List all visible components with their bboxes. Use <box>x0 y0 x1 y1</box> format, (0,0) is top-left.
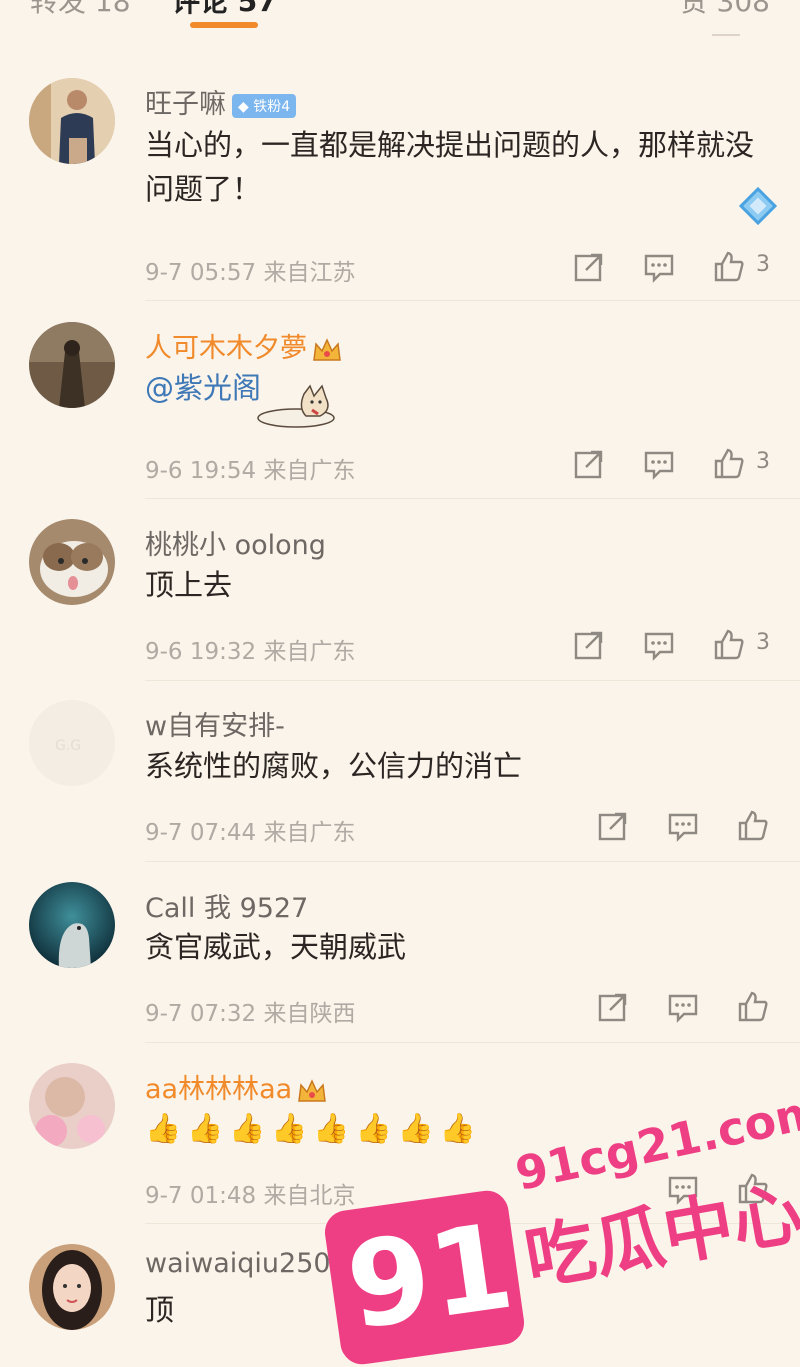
username[interactable]: 旺子嘛 ◆ 铁粉4 <box>145 82 297 121</box>
diamond-icon <box>738 186 778 226</box>
comment-date: 9-6 19:54 <box>145 458 257 484</box>
username[interactable]: Call 我 9527 <box>145 886 308 925</box>
divider <box>712 34 740 36</box>
comment-icon[interactable] <box>642 628 676 662</box>
crown-icon <box>311 336 343 364</box>
username[interactable]: aa林林林aa <box>145 1067 328 1106</box>
thumbs-up-icon[interactable] <box>712 628 746 662</box>
avatar[interactable] <box>29 1063 115 1149</box>
fan-badge: ◆ 铁粉4 <box>232 93 297 118</box>
comment-icon[interactable] <box>642 250 676 284</box>
comment-date: 9-7 01:48 <box>145 1183 257 1209</box>
divider <box>145 861 800 862</box>
comment-actions <box>596 809 786 849</box>
share-icon[interactable] <box>572 250 606 284</box>
diamond-icon: ◆ <box>238 98 249 115</box>
comment-location: 来自广东 <box>263 639 356 665</box>
watermark: 91 91cg21.com 吃瓜中心 <box>318 1083 800 1367</box>
divider <box>145 300 800 301</box>
comment-location: 来自陕西 <box>263 1001 356 1027</box>
comment-actions: 3 <box>572 628 782 668</box>
avatar[interactable] <box>29 519 115 605</box>
comment-location: 来自江苏 <box>263 260 356 286</box>
tab-likes[interactable]: 赞 308 <box>680 0 770 20</box>
avatar[interactable] <box>29 322 115 408</box>
divider <box>145 498 800 499</box>
comment-meta: 9-7 07:44 来自广东 <box>145 813 355 847</box>
comment-icon[interactable] <box>666 809 700 843</box>
avatar[interactable] <box>29 882 115 968</box>
thumbs-up-icon[interactable] <box>736 990 770 1024</box>
share-icon[interactable] <box>572 447 606 481</box>
comment-actions: 3 <box>572 447 782 487</box>
comment-date: 9-7 07:32 <box>145 1001 257 1027</box>
comment-actions <box>596 990 786 1030</box>
share-icon[interactable] <box>596 809 630 843</box>
share-icon[interactable] <box>572 628 606 662</box>
crown-icon <box>296 1077 328 1105</box>
comment-text: 顶上去 <box>145 568 233 602</box>
like-count: 3 <box>756 252 770 277</box>
comment-actions: 3 <box>572 250 782 290</box>
username[interactable]: 桃桃小 oolong <box>145 523 326 562</box>
active-tab-indicator <box>190 22 258 28</box>
comment-location: 来自广东 <box>263 458 356 484</box>
comment-date: 9-7 05:57 <box>145 260 257 286</box>
comment-text: 贪官威武，天朝威武 <box>145 930 407 964</box>
username[interactable]: 人可木木夕夢 <box>145 326 343 365</box>
comment-location: 来自广东 <box>263 820 356 846</box>
divider <box>145 1042 800 1043</box>
avatar[interactable] <box>29 1244 115 1330</box>
avatar[interactable] <box>29 78 115 164</box>
comment-date: 9-7 07:44 <box>145 820 257 846</box>
comment-meta: 9-6 19:54 来自广东 <box>145 451 355 485</box>
watermark-logo: 91 <box>322 1187 527 1367</box>
comment-meta: 9-7 05:57 来自江苏 <box>145 253 355 287</box>
share-icon[interactable] <box>596 990 630 1024</box>
like-count: 3 <box>756 449 770 474</box>
like-count: 3 <box>756 630 770 655</box>
comment-text: 当心的，一直都是解决提出问题的人，那样就没问题了！ <box>145 128 755 206</box>
dog-sticker <box>256 384 346 430</box>
comment-tabs: 转发 18 评论 57 赞 308 <box>0 0 800 40</box>
username[interactable]: w自有安排- <box>145 704 285 743</box>
comment-icon[interactable] <box>642 447 676 481</box>
thumbs-up-icon[interactable] <box>712 447 746 481</box>
svg-text:G.G: G.G <box>55 738 81 754</box>
comment-date: 9-6 19:32 <box>145 639 257 665</box>
mention-link[interactable]: @紫光阁 <box>145 366 755 410</box>
comment-meta: 9-6 19:32 来自广东 <box>145 632 355 666</box>
tab-comments[interactable]: 评论 57 <box>172 0 277 20</box>
comment-icon[interactable] <box>666 990 700 1024</box>
comment-text: 系统性的腐败，公信力的消亡 <box>145 749 523 783</box>
thumbs-up-icon[interactable] <box>712 250 746 284</box>
tab-reposts[interactable]: 转发 18 <box>30 0 131 20</box>
comment-meta: 9-7 07:32 来自陕西 <box>145 994 355 1028</box>
thumbs-up-icon[interactable] <box>736 809 770 843</box>
divider <box>145 680 800 681</box>
avatar[interactable]: G.G <box>29 700 115 786</box>
